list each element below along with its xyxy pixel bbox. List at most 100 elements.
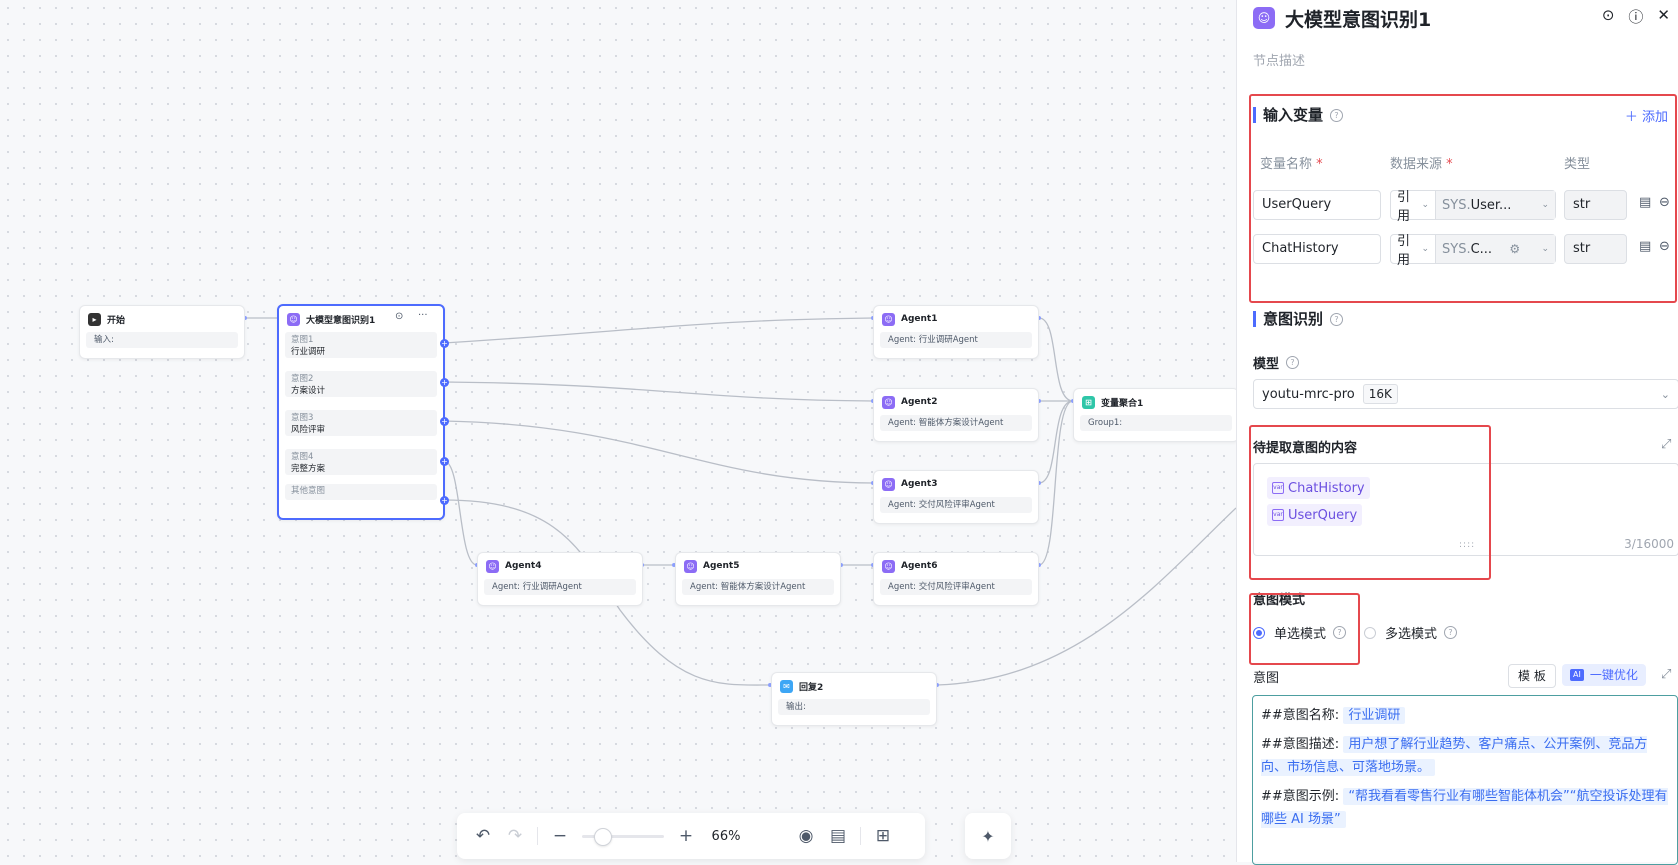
node-description-input[interactable]: 节点描述 <box>1253 50 1305 69</box>
intent-key: 意图4 <box>291 452 314 462</box>
radio-multi-mode[interactable]: 多选模式 ? <box>1364 623 1458 642</box>
redo-icon[interactable]: ↷ <box>499 820 531 852</box>
toolbar-divider <box>537 827 538 845</box>
panel-title: ☺ 大模型意图识别1 <box>1253 4 1431 32</box>
col-header-name-text: 变量名称 <box>1260 157 1313 172</box>
variable-icon: var <box>1272 482 1284 494</box>
note-icon[interactable]: ▤ <box>822 820 854 852</box>
variable-chip[interactable]: var UserQuery <box>1267 504 1363 526</box>
edge-intent4-agent4 <box>443 460 478 566</box>
help-circle-icon[interactable]: ? <box>1330 312 1344 326</box>
agent-node-body: Agent: 交付风险评审Agent <box>880 579 1032 595</box>
start-node[interactable]: ▸ 开始 输入: <box>79 305 245 359</box>
toolbar-divider <box>860 827 861 845</box>
intent-recognition-title: 意图识别 ? <box>1253 311 1344 327</box>
lightbulb-icon[interactable]: ✦ <box>965 813 1011 859</box>
undo-icon[interactable]: ↶ <box>467 820 499 852</box>
agent-node-1[interactable]: ☺ Agent1 Agent: 行业调研Agent <box>873 305 1039 359</box>
intent-item-2[interactable]: 意图2 方案设计 <box>285 371 437 397</box>
agent-node-5[interactable]: ☺ Agent5 Agent: 智能体方案设计Agent <box>675 552 841 606</box>
variable-aggregator-node[interactable]: ⊞ 变量聚合1 Group1: <box>1073 388 1236 442</box>
template-button[interactable]: 模 板 <box>1508 664 1556 688</box>
radio-unchecked[interactable] <box>1364 626 1376 639</box>
close-icon[interactable]: ✕ <box>1657 6 1670 27</box>
intent-item-4[interactable]: 意图4 完整方案 <box>285 449 437 475</box>
variable-chip[interactable]: var ChatHistory <box>1267 477 1370 499</box>
remove-circle-icon[interactable]: ⊖ <box>1659 239 1670 254</box>
agent-node-body: Agent: 行业调研Agent <box>484 579 636 595</box>
intent-example-line: ##意图示例: “帮我看看零售行业有哪些智能体机会”“航空投诉处理有哪些 AI … <box>1261 785 1669 831</box>
radio-checked[interactable] <box>1253 626 1265 639</box>
model-select[interactable]: youtu-mrc-pro 16K ⌄ <box>1253 379 1678 409</box>
agent-node-2[interactable]: ☺ Agent2 Agent: 智能体方案设计Agent <box>873 388 1039 442</box>
intent-1-port-plus-icon[interactable]: + <box>440 339 449 348</box>
intent-recognition-node[interactable]: ☺ 大模型意图识别1 ⊙ ··· 意图1 行业调研 意图2 方案设计 意图3 风… <box>277 304 449 520</box>
add-variable-button[interactable]: ＋ 添加 <box>1625 106 1668 125</box>
grid-layout-icon[interactable]: ⊞ <box>867 820 899 852</box>
intent-value: 风险评审 <box>291 425 326 435</box>
agent-node-6[interactable]: ☺ Agent6 Agent: 交付风险评审Agent <box>873 552 1039 606</box>
agent-node-title: Agent6 <box>901 561 938 571</box>
model-label: 模型 ? <box>1253 353 1300 372</box>
intent-editor[interactable]: ##意图名称: 行业调研 ##意图描述: 用户想了解行业趋势、客户痛点、公开案例… <box>1252 695 1678 865</box>
source-mode-select[interactable]: 引用 ⌄ <box>1391 234 1436 268</box>
panel-title-text[interactable]: 大模型意图识别1 <box>1285 5 1431 32</box>
source-select[interactable]: 引用 ⌄ SYS. C... ⚙ ⌄ <box>1390 234 1556 268</box>
run-node-icon[interactable]: ⊙ <box>395 311 403 322</box>
help-circle-icon[interactable]: ? <box>1286 356 1300 369</box>
content-editor[interactable]: var ChatHistory var UserQuery :::: 3/16000 <box>1253 463 1678 556</box>
type-field[interactable]: str <box>1564 234 1627 264</box>
source-mode-select[interactable]: 引用 ⌄ <box>1391 190 1436 224</box>
intent-2-port-plus-icon[interactable]: + <box>440 378 449 387</box>
intent-item-3[interactable]: 意图3 风险评审 <box>285 410 437 436</box>
aggregator-node-header: ⊞ 变量聚合1 <box>1074 389 1236 415</box>
agent-node-4[interactable]: ☺ Agent4 Agent: 行业调研Agent <box>477 552 643 606</box>
edge-agent6-agg <box>1038 400 1074 566</box>
zoom-level: 66% <box>711 828 741 844</box>
zoom-out-icon[interactable]: − <box>544 820 576 852</box>
help-circle-icon[interactable]: ? <box>1333 626 1347 639</box>
remove-circle-icon[interactable]: ⊖ <box>1659 195 1670 210</box>
agent-node-3[interactable]: ☺ Agent3 Agent: 交付风险评审Agent <box>873 470 1039 524</box>
source-variable-select[interactable]: SYS. C... ⚙ ⌄ <box>1436 235 1555 263</box>
col-header-type: 类型 <box>1564 157 1591 172</box>
run-icon[interactable]: ⊙ <box>1602 6 1615 27</box>
intent-other-port-plus-icon[interactable]: + <box>440 496 449 505</box>
source-select[interactable]: 引用 ⌄ SYS. User... ⌄ <box>1390 190 1556 224</box>
settings-gear-icon[interactable]: ⚙ <box>1509 242 1520 256</box>
resize-handle-icon[interactable]: :::: <box>1459 540 1475 550</box>
zoom-in-icon[interactable]: + <box>670 820 702 852</box>
zoom-slider-handle[interactable] <box>594 827 612 846</box>
radio-single-mode[interactable]: 单选模式 ? <box>1253 623 1347 642</box>
help-circle-icon[interactable]: ? <box>1330 108 1344 122</box>
zoom-slider[interactable] <box>582 827 664 846</box>
type-field[interactable]: str <box>1564 190 1627 220</box>
edges-layer <box>243 316 1236 687</box>
bot-icon: ☺ <box>882 477 895 491</box>
content-label: 待提取意图的内容 <box>1253 441 1358 456</box>
workflow-canvas[interactable]: ▸ 开始 输入: ☺ 大模型意图识别1 ⊙ ··· 意图1 行业调研 意图2 方… <box>0 0 1236 862</box>
reply-icon: ✉ <box>780 679 793 693</box>
eye-icon[interactable]: ◉ <box>790 820 822 852</box>
intent-item-1[interactable]: 意图1 行业调研 <box>285 332 437 358</box>
expand-icon[interactable]: ⤢ <box>1661 667 1671 682</box>
agent-node-header: ☺ Agent1 <box>874 306 1038 332</box>
more-icon[interactable]: ··· <box>418 310 428 321</box>
variable-name-input[interactable]: UserQuery <box>1253 190 1381 220</box>
reply-node[interactable]: ✉ 回复2 输出: <box>771 672 937 726</box>
variable-name-input[interactable]: ChatHistory <box>1253 234 1381 264</box>
expand-icon[interactable]: ⤢ <box>1661 437 1671 452</box>
ai-optimize-button[interactable]: AI 一键优化 <box>1562 664 1646 686</box>
document-icon[interactable]: ▤ <box>1639 239 1651 254</box>
intent-4-port-plus-icon[interactable]: + <box>440 457 449 466</box>
intent-3-port-plus-icon[interactable]: + <box>440 417 449 426</box>
char-counter: 3/16000 <box>1624 537 1674 551</box>
add-variable-label: 添加 <box>1641 110 1668 125</box>
source-variable-select[interactable]: SYS. User... ⌄ <box>1436 191 1555 219</box>
help-circle-icon[interactable]: ? <box>1444 626 1458 639</box>
source-value: C... <box>1470 241 1493 257</box>
intent-item-other[interactable]: 其他意图 <box>285 484 437 500</box>
document-icon[interactable]: ▤ <box>1639 195 1651 210</box>
help-icon[interactable]: ⓘ <box>1628 6 1643 27</box>
play-icon: ▸ <box>88 312 101 326</box>
